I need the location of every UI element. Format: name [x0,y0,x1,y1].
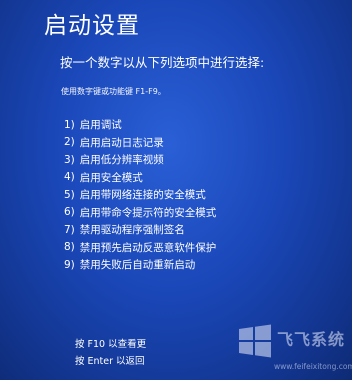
option-disable-auto-restart[interactable]: 9) 禁用失败后自动重新启动 [64,256,216,274]
footer-instructions: 按 F10 以查看更 按 Enter 以返回 [75,336,146,370]
option-label: 启用带命令提示符的安全模式 [79,206,217,219]
instruction-text: 按一个数字以从下列选项中进行选择: [60,55,265,70]
option-enable-low-resolution-video[interactable]: 3) 启用低分辨率视频 [64,151,216,169]
option-label: 启用启动日志记录 [79,136,164,149]
option-enable-safe-mode[interactable]: 4) 启用安全模式 [64,169,216,187]
option-safe-mode-networking[interactable]: 5) 启用带网络连接的安全模式 [64,186,216,204]
startup-options-list: 1) 启用调试 2) 启用启动日志记录 3) 启用低分辨率视频 4) 启用安全模… [64,116,216,274]
option-disable-driver-signature[interactable]: 7) 禁用驱动程序强制签名 [64,221,216,239]
key-hint-text: 使用数字键或功能键 F1-F9。 [61,87,166,96]
return-hint[interactable]: 按 Enter 以返回 [75,353,146,370]
more-options-hint[interactable]: 按 F10 以查看更 [75,336,146,353]
option-number: 3) [64,153,75,166]
option-label: 启用带网络连接的安全模式 [79,189,206,202]
option-number: 4) [64,171,75,184]
option-label: 启用低分辨率视频 [79,154,164,167]
option-label: 启用调试 [79,119,122,132]
option-number: 9) [64,258,75,271]
option-label: 禁用预先启动反恶意软件保护 [79,241,217,254]
option-safe-mode-command-prompt[interactable]: 6) 启用带命令提示符的安全模式 [64,204,216,222]
windows-logo-icon [239,324,271,358]
option-label: 禁用驱动程序强制签名 [79,224,185,237]
option-number: 6) [64,206,75,219]
option-number: 2) [64,136,75,149]
watermark-url: www.feifeixitong.com [274,362,352,371]
page-title: 启动设置 [44,13,140,39]
option-number: 8) [64,241,75,254]
option-number: 1) [64,118,75,131]
option-number: 7) [64,223,75,236]
option-disable-early-antimalware[interactable]: 8) 禁用预先启动反恶意软件保护 [64,239,216,257]
option-enable-boot-logging[interactable]: 2) 启用启动日志记录 [64,134,216,152]
option-label: 启用安全模式 [79,171,143,184]
watermark: 飞飞系统 www.feifeixitong.com [146,318,352,378]
startup-settings-screen: 启动设置 按一个数字以从下列选项中进行选择: 使用数字键或功能键 F1-F9。 … [0,0,352,380]
option-enable-debugging[interactable]: 1) 启用调试 [64,116,216,134]
option-number: 5) [64,188,75,201]
watermark-brand: 飞飞系统 [277,330,346,349]
option-label: 禁用失败后自动重新启动 [79,259,196,272]
